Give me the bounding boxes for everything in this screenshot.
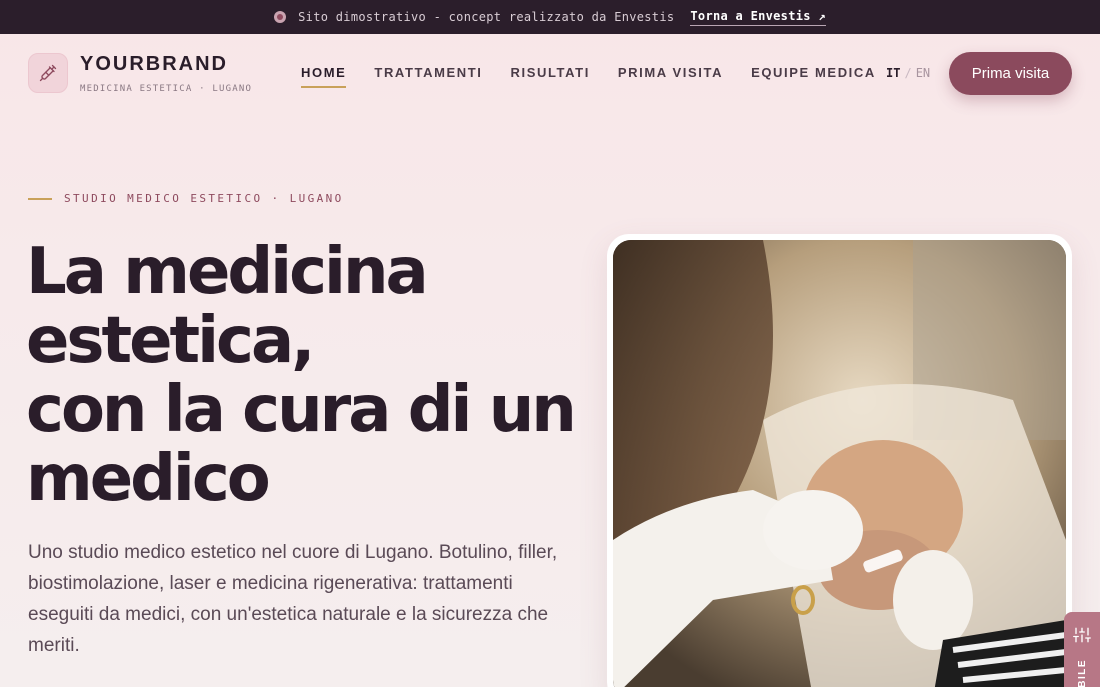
hero-lead-paragraph: Uno studio medico estetico nel cuore di … (28, 542, 558, 656)
accessibility-side-tab[interactable]: BILE (1064, 612, 1100, 687)
hero-eyebrow: STUDIO MEDICO ESTETICO · LUGANO (28, 192, 344, 205)
hero-photo-treatment (613, 240, 1066, 687)
hero-headline: La medicina estetica, con la cura di un … (26, 238, 586, 514)
hero-image-frame (607, 234, 1072, 687)
lang-it[interactable]: IT (886, 66, 900, 80)
demo-banner-message: Sito dimostrativo - concept realizzato d… (298, 10, 675, 24)
site-header: YOURBRAND MEDICINA ESTETICA · LUGANO HOM… (0, 34, 1100, 114)
side-tab-label: BILE (1076, 659, 1088, 687)
brand-name[interactable]: YOURBRAND (80, 53, 228, 76)
main-nav: HOME TRATTAMENTI RISULTATI PRIMA VISITA … (301, 65, 876, 88)
headline-line-3: con la cura di un (26, 373, 577, 447)
headline-line-1: La medicina (26, 235, 429, 309)
nav-item-home[interactable]: HOME (301, 65, 347, 88)
headline-line-4: medico (26, 442, 271, 516)
back-to-envestis-link[interactable]: Torna a Envestis ↗ (690, 9, 826, 26)
nav-item-trattamenti[interactable]: TRATTAMENTI (374, 65, 482, 88)
nav-item-risultati[interactable]: RISULTATI (511, 65, 590, 88)
lang-separator: / (904, 66, 912, 80)
sliders-icon (1073, 626, 1091, 649)
headline-line-2: estetica, (26, 304, 315, 378)
status-dot-icon (274, 11, 287, 23)
brand-tagline: MEDICINA ESTETICA · LUGANO (80, 84, 253, 94)
nav-item-equipe-medica[interactable]: EQUIPE MEDICA (751, 65, 876, 88)
logo-syringe-icon[interactable] (28, 53, 68, 93)
lang-en[interactable]: EN (916, 66, 930, 80)
nav-item-prima-visita[interactable]: PRIMA VISITA (618, 65, 723, 88)
prima-visita-button[interactable]: Prima visita (949, 52, 1072, 95)
demo-banner: Sito dimostrativo - concept realizzato d… (0, 0, 1100, 34)
language-switcher: IT / EN (886, 66, 930, 80)
eyebrow-text: STUDIO MEDICO ESTETICO · LUGANO (64, 192, 344, 205)
eyebrow-divider (28, 197, 52, 200)
